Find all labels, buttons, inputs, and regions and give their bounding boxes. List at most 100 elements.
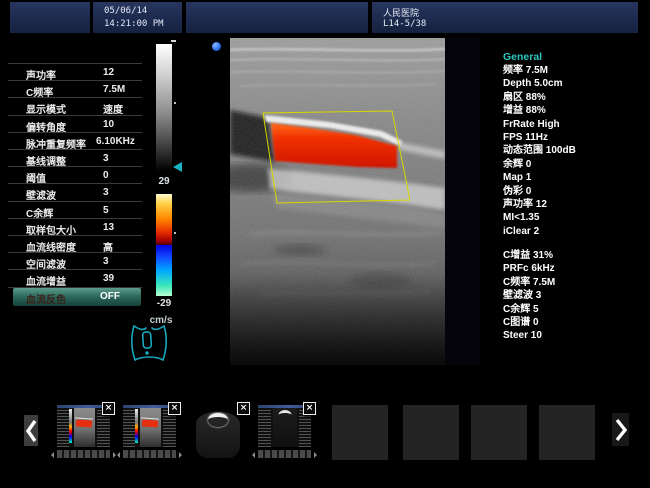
thumbnail-slot-empty-8 xyxy=(539,405,595,460)
header-probe-model: L14-5/38 xyxy=(383,19,426,29)
param-value: OFF xyxy=(100,291,120,302)
param-row-c-persistence[interactable]: C余辉 5 xyxy=(8,201,142,219)
grayscale-bar xyxy=(156,44,172,171)
param-row-color-invert-selected[interactable]: 血流反色 OFF xyxy=(13,288,141,306)
c-param-steer: Steer 10 xyxy=(503,329,649,342)
c-param-prfc: PRFc 6kHz xyxy=(503,262,649,275)
header-hospital-name: 人民医院 xyxy=(383,6,419,19)
param-row-threshold[interactable]: 阈值 0 xyxy=(8,166,142,184)
prev-thumbnails-button[interactable] xyxy=(24,415,38,446)
b-param-acoustic-power: 声功率 12 xyxy=(503,198,649,211)
close-icon[interactable]: × xyxy=(168,402,181,415)
param-row-spatial-filter[interactable]: 空间滤波 3 xyxy=(8,252,142,270)
thumb-dark-scan xyxy=(196,412,240,458)
thumb-scalebar xyxy=(69,409,72,443)
ultrasound-canvas xyxy=(230,38,445,365)
probe-contact-arc-icon xyxy=(208,413,228,427)
section-title: General xyxy=(503,50,649,64)
thumbnail-slot-empty-6 xyxy=(403,405,459,460)
param-value: 10 xyxy=(103,119,114,130)
thumbnail-doppler-1[interactable]: × xyxy=(57,405,110,447)
thumbnail-doppler-2[interactable]: × xyxy=(123,405,176,447)
param-label: 壁滤波 xyxy=(26,187,56,202)
b-param-frequency: 频率 7.5M xyxy=(503,64,649,77)
thumb-filmstrip xyxy=(258,450,311,458)
thumb-image xyxy=(74,408,95,447)
param-row-prf[interactable]: 脉冲重复频率 6.10KHz xyxy=(8,132,142,150)
param-label: 血流反色 xyxy=(26,291,66,306)
header-date: 05/06/14 xyxy=(104,6,147,16)
param-row-acoustic-power[interactable]: 声功率 12 xyxy=(8,63,142,81)
param-row-c-frequency[interactable]: C频率 7.5M xyxy=(8,80,142,98)
focus-indicator-icon xyxy=(212,42,221,51)
close-icon[interactable]: × xyxy=(303,402,316,415)
thumbnail-probe-3[interactable]: × xyxy=(191,405,245,460)
param-value: 12 xyxy=(103,67,114,78)
scale-dot-icon xyxy=(174,102,176,104)
param-row-line-density[interactable]: 血流线密度 高 xyxy=(8,235,142,253)
c-param-wall-filter: 壁滤波 3 xyxy=(503,289,649,302)
param-value: 速度 xyxy=(103,101,123,116)
b-param-chroma: 伪彩 0 xyxy=(503,185,649,198)
b-param-mi: MI<1.35 xyxy=(503,211,649,224)
param-value: 0 xyxy=(103,170,109,181)
thumb-filmstrip xyxy=(123,450,176,458)
color-doppler-bar xyxy=(156,194,172,296)
thumb-image xyxy=(140,408,161,447)
b-param-depth: Depth 5.0cm xyxy=(503,77,649,90)
thumb-left-text xyxy=(57,408,69,447)
c-param-map: C图谱 0 xyxy=(503,316,649,329)
close-icon[interactable]: × xyxy=(237,402,250,415)
param-row-baseline[interactable]: 基线调整 3 xyxy=(8,149,142,167)
b-param-map: Map 1 xyxy=(503,171,649,184)
chevron-left-icon xyxy=(25,418,37,444)
b-param-persistence: 余辉 0 xyxy=(503,158,649,171)
thumb-doppler-flow xyxy=(76,419,92,427)
c-param-gain: C增益 31% xyxy=(503,249,649,262)
b-param-iclear: iClear 2 xyxy=(503,225,649,238)
param-row-display-mode[interactable]: 显示模式 速度 xyxy=(8,97,142,115)
b-param-dynamic-range: 动态范围 100dB xyxy=(503,144,649,157)
header-time: 14:21:00 PM xyxy=(104,19,164,29)
header-blank-field-2 xyxy=(186,2,368,33)
thumb-image xyxy=(273,408,297,447)
thumbnail-slot-empty-5 xyxy=(332,405,388,460)
b-param-gain: 增益 88% xyxy=(503,104,649,117)
param-value: 13 xyxy=(103,222,114,233)
param-row-color-gain[interactable]: 血流增益 39 xyxy=(8,269,142,288)
velocity-min-label: -29 xyxy=(152,298,176,309)
body-marker-icon[interactable] xyxy=(126,322,172,369)
thumb-left-text xyxy=(258,408,271,447)
param-value: 6.10KHz xyxy=(96,136,135,147)
image-parameters-panel: General 频率 7.5M Depth 5.0cm 扇区 88% 增益 88… xyxy=(503,50,649,343)
next-thumbnails-button[interactable] xyxy=(612,413,629,446)
ultrasound-system-screen: 05/06/14 14:21:00 PM 人民医院 L14-5/38 声功率 1… xyxy=(0,0,650,488)
thumb-scalebar xyxy=(135,409,138,443)
gain-tick-icon xyxy=(171,40,176,42)
param-row-steer-angle[interactable]: 偏转角度 10 xyxy=(8,115,142,133)
c-param-frequency: C频率 7.5M xyxy=(503,276,649,289)
param-label: 显示模式 xyxy=(26,101,66,116)
param-value: 39 xyxy=(103,273,114,284)
velocity-max-label: 29 xyxy=(152,176,176,187)
header-blank-field-1 xyxy=(10,2,90,33)
param-value: 3 xyxy=(103,187,109,198)
param-value: 5 xyxy=(103,205,109,216)
header-hospital-field: 人民医院 L14-5/38 xyxy=(372,2,638,33)
b-param-sector: 扇区 88% xyxy=(503,91,649,104)
param-value: 3 xyxy=(103,153,109,164)
close-icon[interactable]: × xyxy=(102,402,115,415)
scale-dot-icon xyxy=(174,232,176,234)
ultrasound-image[interactable] xyxy=(230,38,480,365)
param-row-packet-size[interactable]: 取样包大小 13 xyxy=(8,218,142,236)
probe-contact-arc-icon xyxy=(279,410,292,420)
thumbnail-scan-4[interactable]: × xyxy=(258,405,311,447)
thumb-left-text xyxy=(123,408,135,447)
gain-arrow-icon xyxy=(173,162,182,172)
chevron-right-icon xyxy=(615,416,627,444)
param-label: 血流增益 xyxy=(26,273,66,288)
thumb-filmstrip xyxy=(57,450,110,458)
param-row-wall-filter[interactable]: 壁滤波 3 xyxy=(8,183,142,201)
thumb-doppler-flow xyxy=(142,419,158,427)
param-value: 7.5M xyxy=(103,84,125,95)
